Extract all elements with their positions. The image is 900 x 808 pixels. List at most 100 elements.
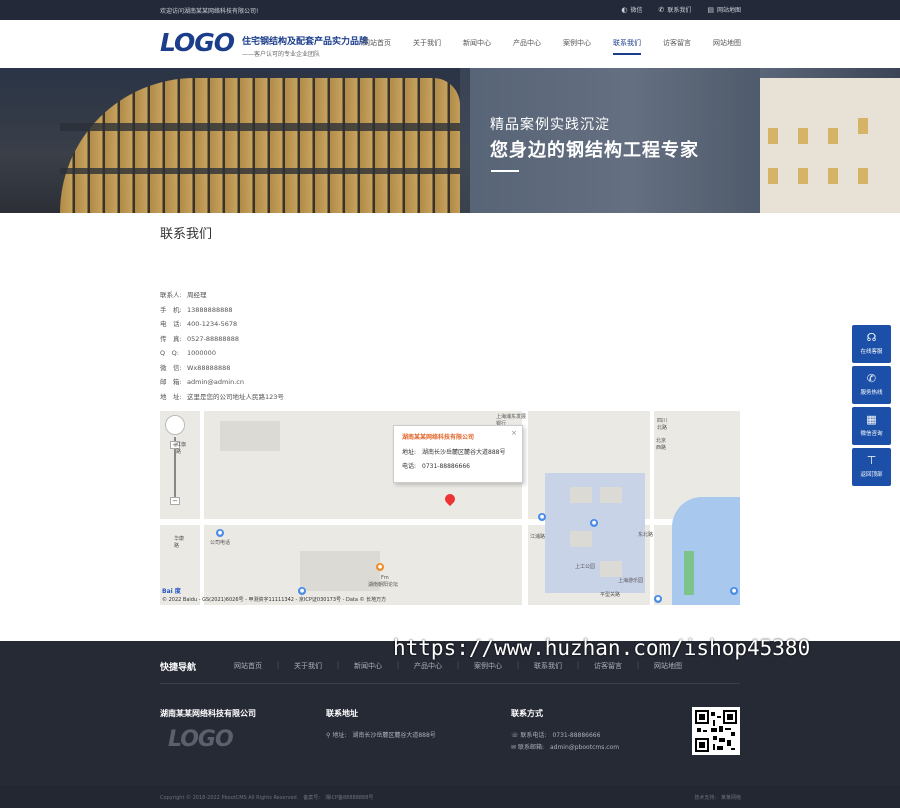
phone-icon: ✆ [658,5,665,14]
footer-phone-text: 联系电话: 0731-88886666 [520,732,601,739]
nav-home[interactable]: 网站首页 [341,38,391,48]
window [798,168,808,184]
contact-label: 地 址: [160,392,182,401]
map-label: 东北路 [638,532,654,538]
map-pan-control[interactable] [165,415,185,435]
poi-icon[interactable]: ● [298,587,306,595]
page-title: 联系我们 [160,227,213,242]
arrow-up-icon: ⊤ [866,454,877,467]
banner-underline [491,170,519,172]
contact-row: 地 址: 这里是您的公司地址人民路123号 [160,390,284,405]
float-label: 在线客服 [860,349,883,355]
contact-row: 手 机: 13888888888 [160,303,284,318]
footer-link[interactable]: 关于我们 [294,661,322,671]
poi-icon[interactable]: ● [216,529,224,537]
poi-icon[interactable]: ● [590,519,598,527]
map-label: 平型关路 [600,592,621,598]
poi-icon[interactable]: ● [376,563,384,571]
contact-value: 1000000 [187,349,216,357]
header: LOGO 住宅钢结构及配套产品实力品牌 ——客户认可的专业企业团队 网站首页 关… [0,20,900,68]
contact-value: Wx88888888 [187,363,231,372]
footer-divider [160,683,740,684]
banner-building-right [760,78,900,213]
poi-icon[interactable]: ● [538,513,546,521]
wechat-consult-button[interactable]: ▦ 微信咨询 [852,407,891,445]
map-marker-icon[interactable] [442,491,458,507]
contact-row: 电 话: 400-1234-5678 [160,317,284,332]
qrcode-icon: ▦ [866,413,877,426]
popup-address: 地址: 湖南长沙岳麓区麓谷大道888号 [402,449,506,456]
top-links: ◐ 微信 ✆ 联系我们 ▤ 网站地图 [621,5,741,15]
slogan-sub: ——客户认可的专业企业团队 [242,51,321,58]
nav-about[interactable]: 关于我们 [391,38,441,48]
footer-email-text: 联系邮箱: admin@pbootcms.com [517,744,620,751]
separator: | [336,661,340,669]
contact-value: admin@admin.cn [187,378,244,386]
contact-label: 手 机: [160,305,182,314]
qrcode-graphic [695,710,737,752]
contact-row: 邮 箱: admin@admin.cn [160,375,284,390]
hotline-button[interactable]: ✆ 服务热线 [852,366,891,404]
map-copyright: © 2022 Baidu - GS(2021)6026号 - 甲测资字11111… [162,597,387,603]
nav-news[interactable]: 新闻中心 [441,38,491,48]
watermark-url: https://www.huzhan.com/ishop45380 [393,636,811,660]
popup-title: 湖南某某网络科技有限公司 [402,434,475,441]
map-block [600,561,622,577]
nav-cases[interactable]: 案例中心 [541,38,591,48]
footer: 快捷导航 网站首页 | 关于我们 | 新闻中心 | 产品中心 | 案例中心 | 联系我们 |… [0,641,900,808]
site-logo[interactable]: LOGO [160,30,235,56]
footer-link[interactable]: 访客留言 [594,661,622,671]
contact-row: 微 信: Wx88888888 [160,361,284,376]
baidu-map[interactable]: + − 上海浦东发展银行 公司电话 华康路 Fm 湖南朝阳论坛 江浦路 四川北路… [160,411,740,605]
nav-sitemap[interactable]: 网站地图 [691,38,741,48]
contact-label: 邮 箱: [160,378,182,386]
banner: 精品案例实践沉淀 您身边的钢结构工程专家 [0,68,900,213]
footer-link[interactable]: 网站首页 [234,661,262,671]
quick-nav-links: 网站首页 | 关于我们 | 新闻中心 | 产品中心 | 案例中心 | 联系我们 | 访客留言… [234,661,682,671]
footer-address: ⚲ 地址: 湖南长沙岳麓区麓谷大道888号 [326,730,436,739]
welcome-text: 欢迎访问湖南某某网络科技有限公司! [160,8,259,15]
back-to-top-button[interactable]: ⊤ 返回顶部 [852,448,891,486]
window [828,168,838,184]
map-label: 公司电话 [210,540,231,546]
tech-support: 技术支持: 某某网络 [694,795,741,801]
nav-guestbook[interactable]: 访客留言 [641,38,691,48]
baidu-logo: Bai 度 [162,588,181,595]
window [858,118,868,134]
close-icon[interactable]: × [511,429,517,437]
map-label: 上海游乐园 [618,578,644,584]
footer-company: 湖南某某网络科技有限公司 [160,709,256,718]
contact-info: 联系人: 周经理 手 机: 13888888888 电 话: 400-1234-567… [160,288,284,404]
footer-link[interactable]: 新闻中心 [354,661,382,671]
footer-bottom: Copyright © 2018-2022 PbootCMS All Right… [0,785,900,808]
top-link-contact[interactable]: ✆ 联系我们 [658,5,691,15]
poi-icon[interactable]: ● [654,595,662,603]
phone-icon: ☏ [511,732,521,739]
footer-link[interactable]: 产品中心 [414,661,442,671]
footer-link[interactable]: 案例中心 [474,661,502,671]
window [798,128,808,144]
online-service-button[interactable]: ☊ 在线客服 [852,325,891,363]
contact-label: 电 话: [160,320,182,328]
phone-icon: ✆ [866,372,877,385]
poi-icon[interactable]: ● [730,587,738,595]
zoom-out-button[interactable]: − [170,497,180,505]
map-zoom-control: + − [165,415,185,505]
footer-phone: ☏ 联系电话: 0731-88886666 [511,730,600,739]
banner-line-2: 您身边的钢结构工程专家 [490,140,699,161]
window [768,168,778,184]
contact-label: 微 信: [160,363,182,372]
top-link-sitemap[interactable]: ▤ 网站地图 [707,5,741,15]
footer-link[interactable]: 联系我们 [534,661,562,671]
map-label: 北京西路 [656,438,667,451]
footer-link[interactable]: 网站地图 [654,661,682,671]
nav-contact[interactable]: 联系我们 [591,38,641,55]
window [858,168,868,184]
float-label: 服务热线 [860,390,883,396]
nav-products[interactable]: 产品中心 [491,38,541,48]
map-label: 四川北路 [657,418,668,431]
qrcode-image [692,707,740,755]
separator: | [576,661,580,669]
contact-value: 这里是您的公司地址人民路123号 [187,392,284,401]
top-link-wechat[interactable]: ◐ 微信 [621,5,642,15]
